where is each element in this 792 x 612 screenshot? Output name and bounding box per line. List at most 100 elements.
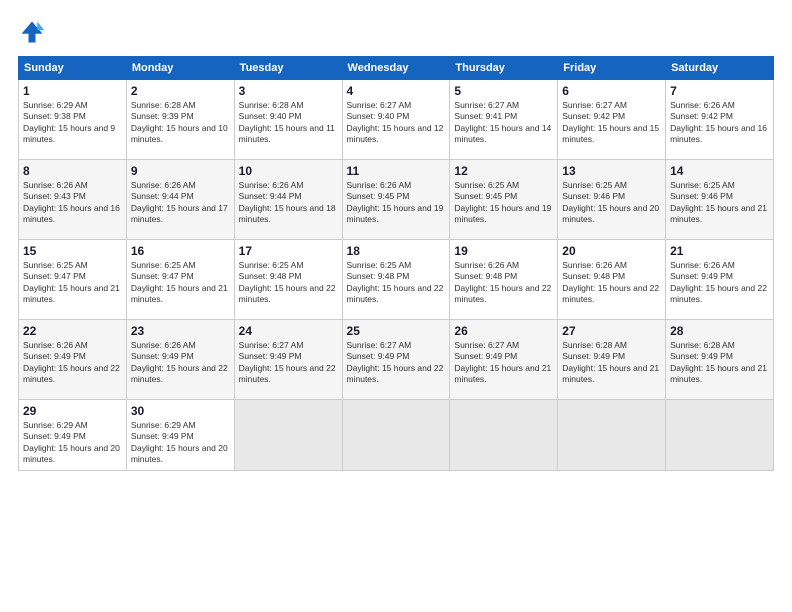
day-info: Sunrise: 6:26 AM Sunset: 9:44 PM Dayligh…: [239, 180, 338, 226]
sunset-label: Sunset: 9:49 PM: [23, 351, 86, 361]
calendar-cell: 16 Sunrise: 6:25 AM Sunset: 9:47 PM Dayl…: [126, 240, 234, 320]
sunrise-label: Sunrise: 6:26 AM: [239, 180, 304, 190]
calendar-cell: 10 Sunrise: 6:26 AM Sunset: 9:44 PM Dayl…: [234, 160, 342, 240]
calendar-week-row: 15 Sunrise: 6:25 AM Sunset: 9:47 PM Dayl…: [19, 240, 774, 320]
weekday-header-row: SundayMondayTuesdayWednesdayThursdayFrid…: [19, 57, 774, 80]
day-number: 17: [239, 244, 338, 258]
day-info: Sunrise: 6:25 AM Sunset: 9:48 PM Dayligh…: [347, 260, 446, 306]
sunrise-label: Sunrise: 6:26 AM: [23, 340, 88, 350]
calendar-cell: [450, 400, 558, 471]
sunrise-label: Sunrise: 6:25 AM: [239, 260, 304, 270]
calendar-cell: [342, 400, 450, 471]
sunset-label: Sunset: 9:48 PM: [454, 271, 517, 281]
daylight-label: Daylight: 15 hours and 11 minutes.: [239, 123, 335, 144]
day-number: 10: [239, 164, 338, 178]
day-number: 30: [131, 404, 230, 418]
sunrise-label: Sunrise: 6:28 AM: [131, 100, 196, 110]
sunrise-label: Sunrise: 6:26 AM: [347, 180, 412, 190]
calendar-cell: 7 Sunrise: 6:26 AM Sunset: 9:42 PM Dayli…: [666, 80, 774, 160]
sunset-label: Sunset: 9:49 PM: [454, 351, 517, 361]
sunrise-label: Sunrise: 6:29 AM: [131, 420, 196, 430]
sunset-label: Sunset: 9:41 PM: [454, 111, 517, 121]
calendar-cell: 26 Sunrise: 6:27 AM Sunset: 9:49 PM Dayl…: [450, 320, 558, 400]
calendar-cell: 6 Sunrise: 6:27 AM Sunset: 9:42 PM Dayli…: [558, 80, 666, 160]
header: [18, 18, 774, 46]
weekday-header-wednesday: Wednesday: [342, 57, 450, 80]
daylight-label: Daylight: 15 hours and 21 minutes.: [670, 203, 767, 224]
day-number: 8: [23, 164, 122, 178]
daylight-label: Daylight: 15 hours and 17 minutes.: [131, 203, 228, 224]
day-number: 5: [454, 84, 553, 98]
daylight-label: Daylight: 15 hours and 22 minutes.: [347, 283, 444, 304]
calendar-cell: 24 Sunrise: 6:27 AM Sunset: 9:49 PM Dayl…: [234, 320, 342, 400]
day-info: Sunrise: 6:28 AM Sunset: 9:49 PM Dayligh…: [670, 340, 769, 386]
weekday-header-saturday: Saturday: [666, 57, 774, 80]
calendar-cell: 15 Sunrise: 6:25 AM Sunset: 9:47 PM Dayl…: [19, 240, 127, 320]
day-info: Sunrise: 6:29 AM Sunset: 9:38 PM Dayligh…: [23, 100, 122, 146]
sunset-label: Sunset: 9:49 PM: [562, 351, 625, 361]
sunset-label: Sunset: 9:48 PM: [562, 271, 625, 281]
sunrise-label: Sunrise: 6:27 AM: [562, 100, 627, 110]
daylight-label: Daylight: 15 hours and 21 minutes.: [23, 283, 120, 304]
day-info: Sunrise: 6:26 AM Sunset: 9:42 PM Dayligh…: [670, 100, 769, 146]
day-info: Sunrise: 6:28 AM Sunset: 9:39 PM Dayligh…: [131, 100, 230, 146]
day-number: 16: [131, 244, 230, 258]
sunrise-label: Sunrise: 6:28 AM: [670, 340, 735, 350]
day-info: Sunrise: 6:26 AM Sunset: 9:44 PM Dayligh…: [131, 180, 230, 226]
day-info: Sunrise: 6:27 AM Sunset: 9:49 PM Dayligh…: [347, 340, 446, 386]
logo: [18, 18, 50, 46]
sunrise-label: Sunrise: 6:26 AM: [23, 180, 88, 190]
sunrise-label: Sunrise: 6:26 AM: [131, 180, 196, 190]
day-info: Sunrise: 6:25 AM Sunset: 9:46 PM Dayligh…: [670, 180, 769, 226]
day-number: 12: [454, 164, 553, 178]
weekday-header-tuesday: Tuesday: [234, 57, 342, 80]
weekday-header-friday: Friday: [558, 57, 666, 80]
daylight-label: Daylight: 15 hours and 20 minutes.: [562, 203, 659, 224]
calendar-cell: 8 Sunrise: 6:26 AM Sunset: 9:43 PM Dayli…: [19, 160, 127, 240]
sunrise-label: Sunrise: 6:27 AM: [239, 340, 304, 350]
sunset-label: Sunset: 9:49 PM: [23, 431, 86, 441]
sunrise-label: Sunrise: 6:27 AM: [347, 100, 412, 110]
day-number: 11: [347, 164, 446, 178]
calendar-cell: 9 Sunrise: 6:26 AM Sunset: 9:44 PM Dayli…: [126, 160, 234, 240]
sunrise-label: Sunrise: 6:29 AM: [23, 420, 88, 430]
daylight-label: Daylight: 15 hours and 22 minutes.: [347, 363, 444, 384]
sunrise-label: Sunrise: 6:25 AM: [23, 260, 88, 270]
sunrise-label: Sunrise: 6:26 AM: [131, 340, 196, 350]
day-info: Sunrise: 6:27 AM Sunset: 9:49 PM Dayligh…: [239, 340, 338, 386]
sunset-label: Sunset: 9:40 PM: [347, 111, 410, 121]
sunset-label: Sunset: 9:46 PM: [670, 191, 733, 201]
day-number: 27: [562, 324, 661, 338]
daylight-label: Daylight: 15 hours and 12 minutes.: [347, 123, 444, 144]
sunrise-label: Sunrise: 6:25 AM: [131, 260, 196, 270]
calendar-cell: [234, 400, 342, 471]
day-number: 20: [562, 244, 661, 258]
sunset-label: Sunset: 9:46 PM: [562, 191, 625, 201]
daylight-label: Daylight: 15 hours and 21 minutes.: [131, 283, 228, 304]
sunset-label: Sunset: 9:44 PM: [131, 191, 194, 201]
day-number: 28: [670, 324, 769, 338]
day-info: Sunrise: 6:26 AM Sunset: 9:48 PM Dayligh…: [562, 260, 661, 306]
calendar-cell: 18 Sunrise: 6:25 AM Sunset: 9:48 PM Dayl…: [342, 240, 450, 320]
sunrise-label: Sunrise: 6:26 AM: [454, 260, 519, 270]
daylight-label: Daylight: 15 hours and 22 minutes.: [239, 283, 336, 304]
day-number: 18: [347, 244, 446, 258]
sunset-label: Sunset: 9:42 PM: [670, 111, 733, 121]
daylight-label: Daylight: 15 hours and 10 minutes.: [131, 123, 228, 144]
daylight-label: Daylight: 15 hours and 22 minutes.: [23, 363, 120, 384]
day-number: 23: [131, 324, 230, 338]
calendar-cell: 11 Sunrise: 6:26 AM Sunset: 9:45 PM Dayl…: [342, 160, 450, 240]
sunset-label: Sunset: 9:47 PM: [131, 271, 194, 281]
day-number: 24: [239, 324, 338, 338]
weekday-header-thursday: Thursday: [450, 57, 558, 80]
daylight-label: Daylight: 15 hours and 22 minutes.: [670, 283, 767, 304]
day-number: 22: [23, 324, 122, 338]
calendar-cell: 29 Sunrise: 6:29 AM Sunset: 9:49 PM Dayl…: [19, 400, 127, 471]
calendar-cell: 1 Sunrise: 6:29 AM Sunset: 9:38 PM Dayli…: [19, 80, 127, 160]
day-info: Sunrise: 6:27 AM Sunset: 9:42 PM Dayligh…: [562, 100, 661, 146]
day-info: Sunrise: 6:26 AM Sunset: 9:49 PM Dayligh…: [23, 340, 122, 386]
calendar-cell: 20 Sunrise: 6:26 AM Sunset: 9:48 PM Dayl…: [558, 240, 666, 320]
day-number: 21: [670, 244, 769, 258]
calendar-cell: 21 Sunrise: 6:26 AM Sunset: 9:49 PM Dayl…: [666, 240, 774, 320]
day-info: Sunrise: 6:28 AM Sunset: 9:49 PM Dayligh…: [562, 340, 661, 386]
